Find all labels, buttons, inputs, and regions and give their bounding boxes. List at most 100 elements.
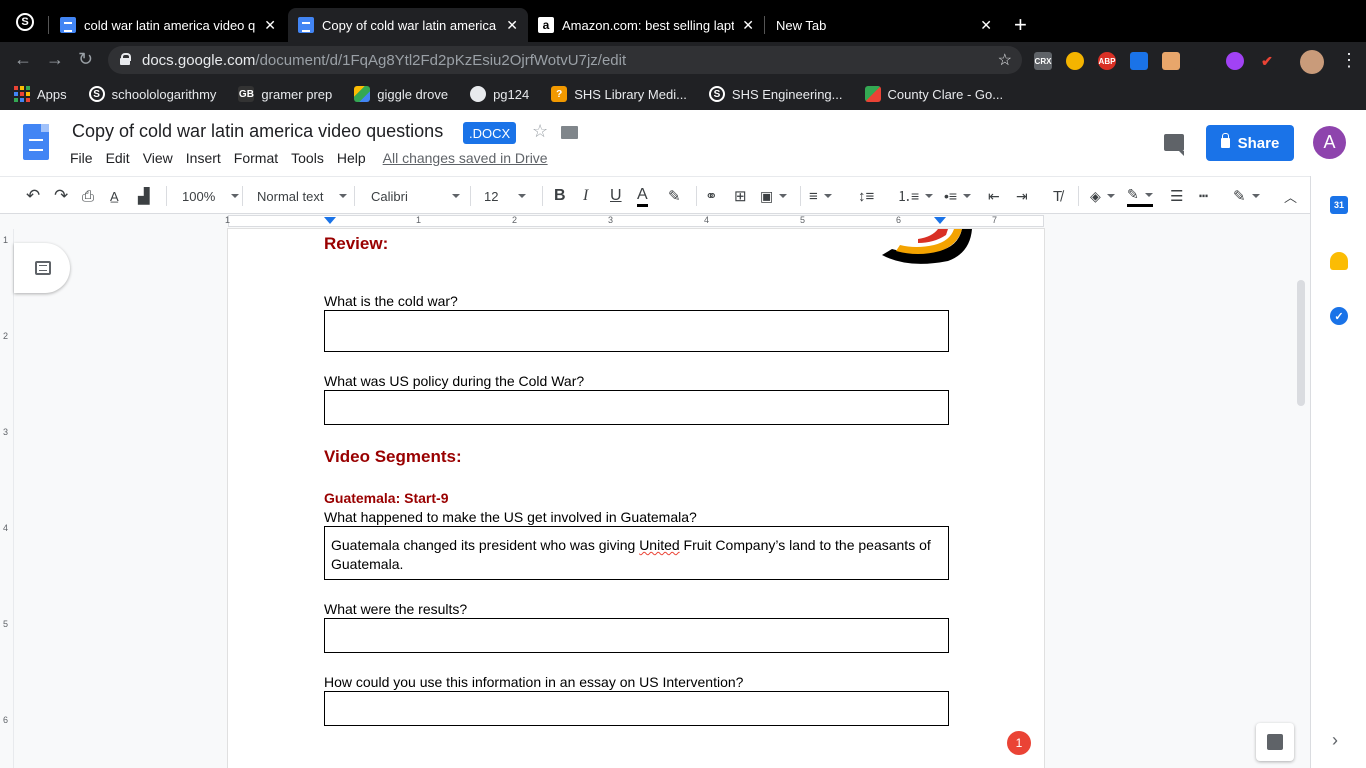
color-extension-icon[interactable] — [1226, 52, 1244, 70]
notification-badge[interactable]: 1 — [1007, 731, 1031, 755]
answer-box[interactable] — [324, 310, 949, 352]
keep-icon[interactable] — [1330, 252, 1348, 270]
fill-color-icon[interactable]: ◈ — [1090, 185, 1115, 207]
undo-icon[interactable]: ↶ — [26, 185, 40, 207]
schoology-icon[interactable]: S — [16, 13, 34, 31]
font-size-select[interactable]: 12 — [484, 185, 527, 207]
check-extension-icon[interactable]: ✔ — [1258, 52, 1276, 70]
menu-tools[interactable]: Tools — [291, 150, 324, 166]
menu-format[interactable]: Format — [234, 150, 278, 166]
paint-format-icon[interactable]: ▟ — [138, 185, 150, 207]
border-dash-icon[interactable]: ┅ — [1199, 185, 1208, 207]
line-spacing-icon[interactable]: ↕≡ — [858, 185, 874, 207]
box-extension-icon[interactable] — [1162, 52, 1180, 70]
menu-view[interactable]: View — [143, 150, 173, 166]
add-comment-icon[interactable]: ⊞ — [734, 185, 747, 207]
bookmark-apps[interactable]: Apps — [14, 86, 67, 102]
close-icon[interactable]: ✕ — [264, 17, 276, 34]
chevron-right-icon[interactable]: › — [1332, 730, 1338, 751]
bookmark-pg124[interactable]: pg124 — [470, 86, 529, 102]
browser-tab[interactable]: a Amazon.com: best selling lapto ✕ — [528, 8, 764, 42]
left-indent-marker[interactable] — [324, 217, 336, 224]
bulleted-list-icon[interactable]: •≡ — [944, 185, 972, 207]
insert-image-icon[interactable]: ▣ — [760, 185, 788, 207]
spellcheck-icon[interactable]: A̲ — [110, 185, 119, 207]
docs-logo-icon[interactable] — [23, 124, 49, 160]
user-avatar[interactable]: A — [1313, 126, 1346, 159]
blank-extension-icon[interactable] — [1194, 52, 1212, 70]
border-color-icon[interactable]: ✎ — [1127, 185, 1153, 207]
crx-extension-icon[interactable]: CRX — [1034, 52, 1052, 70]
increase-indent-icon[interactable]: ⇥ — [1016, 185, 1028, 207]
text-color-button[interactable]: A — [637, 185, 648, 207]
bookmark-schoology[interactable]: S schoolologarithmy — [88, 86, 216, 102]
menu-help[interactable]: Help — [337, 150, 366, 166]
answer-box[interactable] — [324, 618, 949, 653]
close-icon[interactable]: ✕ — [506, 17, 518, 34]
bookmark-gramer-prep[interactable]: GB gramer prep — [238, 86, 332, 102]
clear-formatting-icon[interactable]: T̸ — [1053, 185, 1062, 207]
menu-file[interactable]: File — [70, 150, 93, 166]
browser-tab-active[interactable]: Copy of cold war latin america ✕ — [288, 8, 528, 42]
owl-extension-icon[interactable] — [1066, 52, 1084, 70]
right-indent-marker[interactable] — [934, 217, 946, 224]
close-icon[interactable]: ✕ — [980, 17, 992, 34]
toolbar-divider — [242, 186, 243, 206]
decrease-indent-icon[interactable]: ⇤ — [988, 185, 1000, 207]
folder-icon[interactable] — [561, 126, 578, 139]
style-select[interactable]: Normal text — [257, 185, 348, 207]
browser-tab[interactable]: New Tab ✕ — [766, 8, 1002, 42]
tasks-icon[interactable]: ✓ — [1330, 307, 1348, 325]
forward-icon[interactable]: → — [46, 49, 64, 70]
chrome-menu-icon[interactable]: ⋮ — [1340, 50, 1358, 71]
calendar-icon[interactable]: 31 — [1330, 196, 1348, 214]
chrome-profile-avatar[interactable] — [1300, 50, 1324, 74]
back-icon[interactable]: ← — [14, 49, 32, 70]
share-button[interactable]: Share — [1206, 125, 1294, 161]
answer-box[interactable] — [324, 691, 949, 726]
document-outline-button[interactable] — [14, 243, 70, 293]
align-left-icon[interactable]: ≡ — [809, 185, 832, 207]
address-bar[interactable]: docs.google.com/document/d/1FqAg8Ytl2Fd2… — [108, 46, 1022, 74]
italic-button[interactable]: I — [583, 185, 588, 207]
bookmark-county-clare[interactable]: County Clare - Go... — [864, 86, 1003, 102]
abp-extension-icon[interactable]: ABP — [1098, 52, 1116, 70]
explore-button[interactable] — [1256, 723, 1294, 761]
redo-icon[interactable]: ↷ — [54, 185, 68, 207]
reload-icon[interactable]: ↻ — [78, 49, 93, 70]
star-icon[interactable]: ☆ — [532, 121, 548, 142]
new-tab-icon[interactable]: + — [1014, 12, 1027, 38]
share-label: Share — [1237, 134, 1280, 152]
browser-tab[interactable]: cold war latin america video qu ✕ — [50, 8, 286, 42]
bookmark-star-icon[interactable]: ☆ — [998, 50, 1012, 70]
zoom-select[interactable]: 100% — [182, 185, 240, 207]
menu-insert[interactable]: Insert — [186, 150, 221, 166]
numbered-list-icon[interactable]: ⒈≡ — [897, 185, 934, 207]
answer-box[interactable] — [324, 390, 949, 425]
bookmark-shs-engineering[interactable]: S SHS Engineering... — [708, 86, 843, 102]
font-select[interactable]: Calibri — [371, 185, 460, 207]
toolbar-divider — [542, 186, 543, 206]
document-title[interactable]: Copy of cold war latin america video que… — [72, 121, 443, 142]
save-status[interactable]: All changes saved in Drive — [383, 150, 548, 166]
link-icon[interactable]: ⚭ — [705, 185, 718, 207]
chevron-down-icon — [779, 194, 788, 198]
border-width-icon[interactable]: ☰ — [1170, 185, 1183, 207]
chevron-down-icon — [963, 194, 972, 198]
vertical-scrollbar[interactable] — [1297, 280, 1305, 406]
highlight-icon[interactable]: ✎ — [668, 185, 681, 207]
tweetdeck-extension-icon[interactable] — [1130, 52, 1148, 70]
close-icon[interactable]: ✕ — [742, 17, 754, 34]
bookmark-giggle-drove[interactable]: giggle drove — [354, 86, 448, 102]
editing-mode-icon[interactable]: ✎ — [1233, 185, 1260, 207]
misspelled-word[interactable]: United — [639, 537, 679, 553]
bold-button[interactable]: B — [554, 185, 566, 207]
menu-edit[interactable]: Edit — [106, 150, 130, 166]
chevron-up-icon[interactable]: ︿ — [1284, 185, 1297, 207]
answer-box[interactable]: Guatemala changed its president who was … — [324, 526, 949, 580]
bookmark-shs-library[interactable]: ? SHS Library Medi... — [551, 86, 687, 102]
underline-button[interactable]: U — [610, 185, 622, 207]
print-icon[interactable]: ⎙ — [82, 185, 94, 207]
comment-history-icon[interactable] — [1164, 134, 1184, 156]
docx-badge: .DOCX — [463, 122, 517, 144]
